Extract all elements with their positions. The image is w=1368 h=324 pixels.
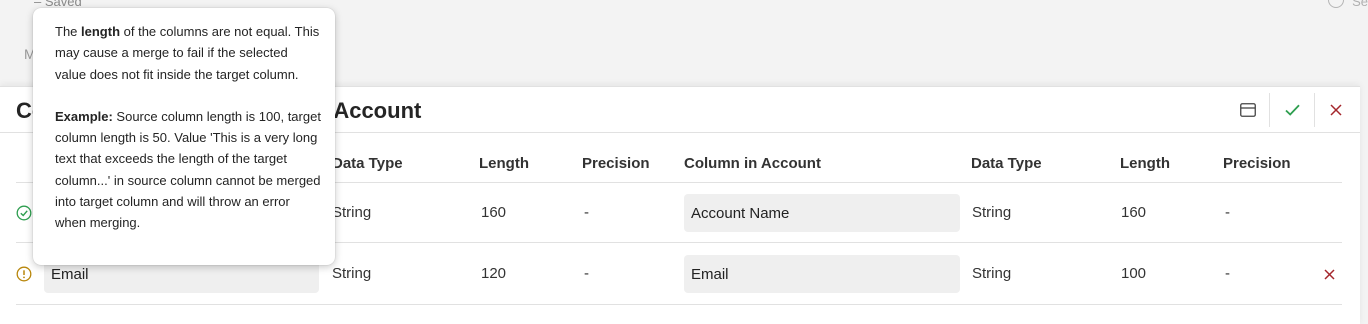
header-source-length: Length (479, 155, 529, 172)
success-check-icon (16, 205, 32, 221)
warning-icon[interactable] (16, 266, 32, 282)
target-data-type: String (972, 265, 1012, 282)
target-column-select[interactable]: Email (684, 255, 960, 293)
header-target-precision: Precision (1223, 155, 1291, 172)
target-column-select[interactable]: Account Name (684, 194, 960, 232)
header-target-data-type: Data Type (971, 155, 1042, 172)
source-length: 160 (481, 204, 507, 221)
source-data-type: String (332, 265, 372, 282)
source-length: 120 (481, 265, 507, 282)
header-target-column: Column in Account (684, 155, 821, 172)
source-precision: - (584, 265, 589, 282)
header-target-length: Length (1120, 155, 1170, 172)
target-precision: - (1225, 204, 1230, 221)
close-icon (1330, 104, 1342, 116)
layout-icon (1240, 103, 1256, 117)
close-button[interactable] (1314, 87, 1358, 133)
info-icon (1328, 0, 1344, 8)
target-data-type: String (972, 204, 1012, 221)
length-warning-tooltip: The length of the columns are not equal.… (33, 8, 335, 265)
target-precision: - (1225, 265, 1230, 282)
background-right-label: Se (1352, 0, 1368, 9)
target-length: 100 (1121, 265, 1147, 282)
header-source-data-type: Data Type (332, 155, 403, 172)
tooltip-paragraph: The length of the columns are not equal.… (55, 24, 320, 82)
header-source-precision: Precision (582, 155, 650, 172)
source-precision: - (584, 204, 589, 221)
target-length: 160 (1121, 204, 1147, 221)
tooltip-example: Example: Source column length is 100, ta… (55, 108, 321, 231)
source-data-type: String (332, 204, 372, 221)
confirm-button[interactable] (1270, 87, 1314, 133)
layout-button[interactable] (1226, 87, 1270, 133)
close-icon (1323, 268, 1335, 280)
remove-row-button[interactable] (1320, 265, 1338, 283)
checkmark-icon (1284, 104, 1300, 116)
